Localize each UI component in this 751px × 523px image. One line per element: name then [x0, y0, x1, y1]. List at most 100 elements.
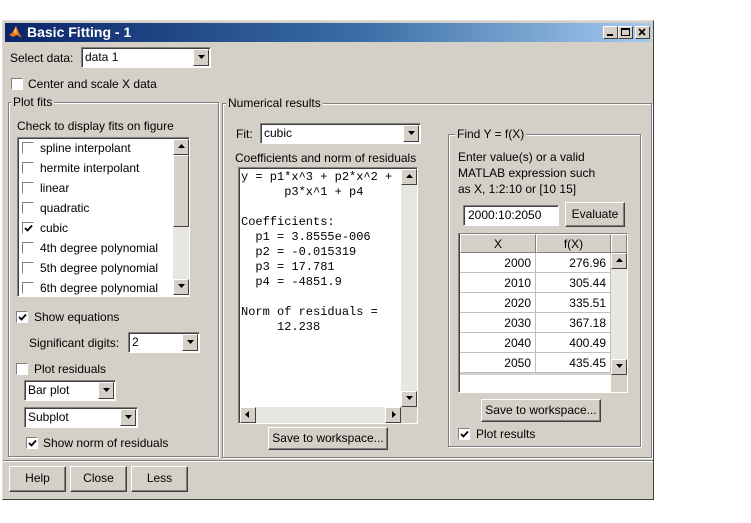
- table-row[interactable]: 2010 305.44: [460, 272, 611, 293]
- show-norm-label: Show norm of residuals: [43, 436, 169, 450]
- save-results-button[interactable]: Save to workspace...: [268, 427, 388, 450]
- title-bar[interactable]: Basic Fitting - 1: [5, 23, 651, 42]
- fits-instruction: Check to display fits on figure: [17, 119, 174, 133]
- scroll-down-button[interactable]: [173, 279, 189, 295]
- table-row[interactable]: 2020 335.51: [460, 292, 611, 313]
- fit-option-checkbox[interactable]: [22, 162, 34, 174]
- table-row[interactable]: 2030 367.18: [460, 312, 611, 333]
- column-header-corner: [611, 234, 627, 253]
- find-y-instruction-3: as X, 1:2:10 or [10 15]: [458, 182, 577, 196]
- scroll-corner: [401, 407, 417, 423]
- plot-location-value: Subplot: [28, 410, 69, 424]
- fx-cell[interactable]: 335.51: [535, 292, 611, 313]
- scroll-up-button[interactable]: [611, 253, 627, 269]
- scroll-up-button[interactable]: [401, 169, 417, 185]
- x-value-text: 2000:10:2050: [468, 208, 542, 222]
- save-find-y-button[interactable]: Save to workspace...: [481, 399, 601, 422]
- select-data-dropdown[interactable]: data 1: [81, 47, 211, 68]
- dropdown-arrow[interactable]: [98, 382, 114, 399]
- fits-list[interactable]: spline interpolant hermite interpolant lin…: [17, 137, 190, 297]
- x-cell[interactable]: 2040: [460, 332, 536, 353]
- find-y-instruction-2: MATLAB expression such: [458, 166, 596, 180]
- fits-scrollbar[interactable]: [173, 139, 189, 295]
- fx-cell[interactable]: 276.96: [535, 253, 611, 273]
- results-vscrollbar[interactable]: [401, 169, 417, 407]
- results-textbox[interactable]: y = p1*x^3 + p2*x^2 + p3*x^1 + p4 Coeffi…: [238, 167, 418, 424]
- fit-option-checkbox[interactable]: [22, 282, 34, 294]
- x-cell[interactable]: 2030: [460, 312, 536, 333]
- fx-cell[interactable]: 435.45: [535, 352, 611, 373]
- fx-cell[interactable]: 400.49: [535, 332, 611, 353]
- table-vscrollbar[interactable]: [611, 253, 627, 375]
- fit-option-label: spline interpolant: [40, 141, 131, 155]
- select-data-value: data 1: [85, 50, 119, 64]
- fit-option-checkbox[interactable]: [22, 142, 34, 154]
- scroll-thumb[interactable]: [173, 155, 189, 227]
- column-header-fx[interactable]: f(X): [536, 234, 611, 253]
- fit-option-checkbox[interactable]: [22, 182, 34, 194]
- evaluate-button[interactable]: Evaluate: [565, 202, 625, 227]
- checkmark-icon: [18, 313, 27, 321]
- x-cell[interactable]: 2010: [460, 272, 536, 293]
- arrow-left-icon: [245, 411, 249, 418]
- plot-type-value: Bar plot: [28, 383, 70, 397]
- show-norm-checkbox[interactable]: [26, 437, 38, 449]
- fx-cell[interactable]: 367.18: [535, 312, 611, 333]
- help-button[interactable]: Help: [9, 466, 66, 492]
- basic-fitting-window: Basic Fitting - 1 Select data: data 1 Ce…: [2, 20, 654, 500]
- residual-plot-location-dropdown[interactable]: Subplot: [24, 407, 138, 428]
- results-hscrollbar[interactable]: [240, 407, 401, 423]
- table-row[interactable]: 2050 435.45: [460, 352, 611, 373]
- close-button[interactable]: Close: [70, 466, 127, 492]
- results-table-body: 2000 276.96 2010 305.44 2020 335.51 2030 367.18…: [460, 253, 611, 373]
- plot-residuals-checkbox[interactable]: [16, 363, 28, 375]
- find-y-title: Find Y = f(X): [455, 127, 527, 141]
- fit-option-checkbox[interactable]: [22, 242, 34, 254]
- close-icon: [638, 28, 646, 36]
- results-table[interactable]: X f(X) 2000 276.96 2010 305.44 2020 335.51 203…: [458, 233, 628, 393]
- dropdown-arrow[interactable]: [182, 334, 198, 351]
- center-scale-label: Center and scale X data: [28, 77, 157, 91]
- maximize-button[interactable]: [618, 26, 633, 39]
- fit-option-label: linear: [40, 181, 70, 195]
- scroll-down-button[interactable]: [401, 391, 417, 407]
- scroll-left-button[interactable]: [240, 407, 256, 423]
- chevron-down-icon: [408, 131, 415, 135]
- fit-option-checkbox[interactable]: [22, 222, 34, 234]
- plot-residuals-label: Plot residuals: [34, 362, 107, 376]
- fit-option-checkbox[interactable]: [22, 262, 34, 274]
- maximize-icon: [621, 28, 630, 36]
- less-button[interactable]: Less: [131, 466, 188, 492]
- x-cell[interactable]: 2000: [460, 253, 536, 273]
- dropdown-arrow[interactable]: [120, 409, 136, 426]
- x-cell[interactable]: 2050: [460, 352, 536, 373]
- sig-digits-dropdown[interactable]: 2: [128, 332, 200, 353]
- close-window-button[interactable]: [635, 26, 650, 39]
- dropdown-arrow[interactable]: [403, 125, 419, 142]
- fit-option-label: quadratic: [40, 201, 90, 215]
- table-row[interactable]: 2040 400.49: [460, 332, 611, 353]
- show-equations-checkbox[interactable]: [16, 311, 28, 323]
- table-row[interactable]: 2000 276.96: [460, 253, 611, 273]
- dropdown-arrow[interactable]: [193, 49, 209, 66]
- fit-option-label: hermite interpolant: [40, 161, 140, 175]
- fit-option-checkbox[interactable]: [22, 202, 34, 214]
- scroll-right-button[interactable]: [385, 407, 401, 423]
- coefficients-label: Coefficients and norm of residuals: [235, 151, 417, 165]
- x-cell[interactable]: 2020: [460, 292, 536, 313]
- scroll-up-button[interactable]: [173, 139, 189, 155]
- scroll-down-button[interactable]: [611, 359, 627, 375]
- plot-results-checkbox[interactable]: [458, 428, 470, 440]
- residual-plot-type-dropdown[interactable]: Bar plot: [24, 380, 116, 401]
- fx-cell[interactable]: 305.44: [535, 272, 611, 293]
- checkmark-icon: [24, 224, 33, 232]
- fit-option-label: 5th degree polynomial: [40, 261, 159, 275]
- fit-select-dropdown[interactable]: cubic: [260, 123, 421, 144]
- x-value-input[interactable]: 2000:10:2050: [463, 205, 559, 226]
- window-title: Basic Fitting - 1: [27, 24, 132, 40]
- minimize-button[interactable]: [603, 26, 618, 39]
- column-header-x[interactable]: X: [460, 234, 536, 253]
- plot-results-label: Plot results: [476, 427, 536, 441]
- center-scale-checkbox[interactable]: [11, 78, 23, 90]
- arrow-up-icon: [406, 174, 413, 178]
